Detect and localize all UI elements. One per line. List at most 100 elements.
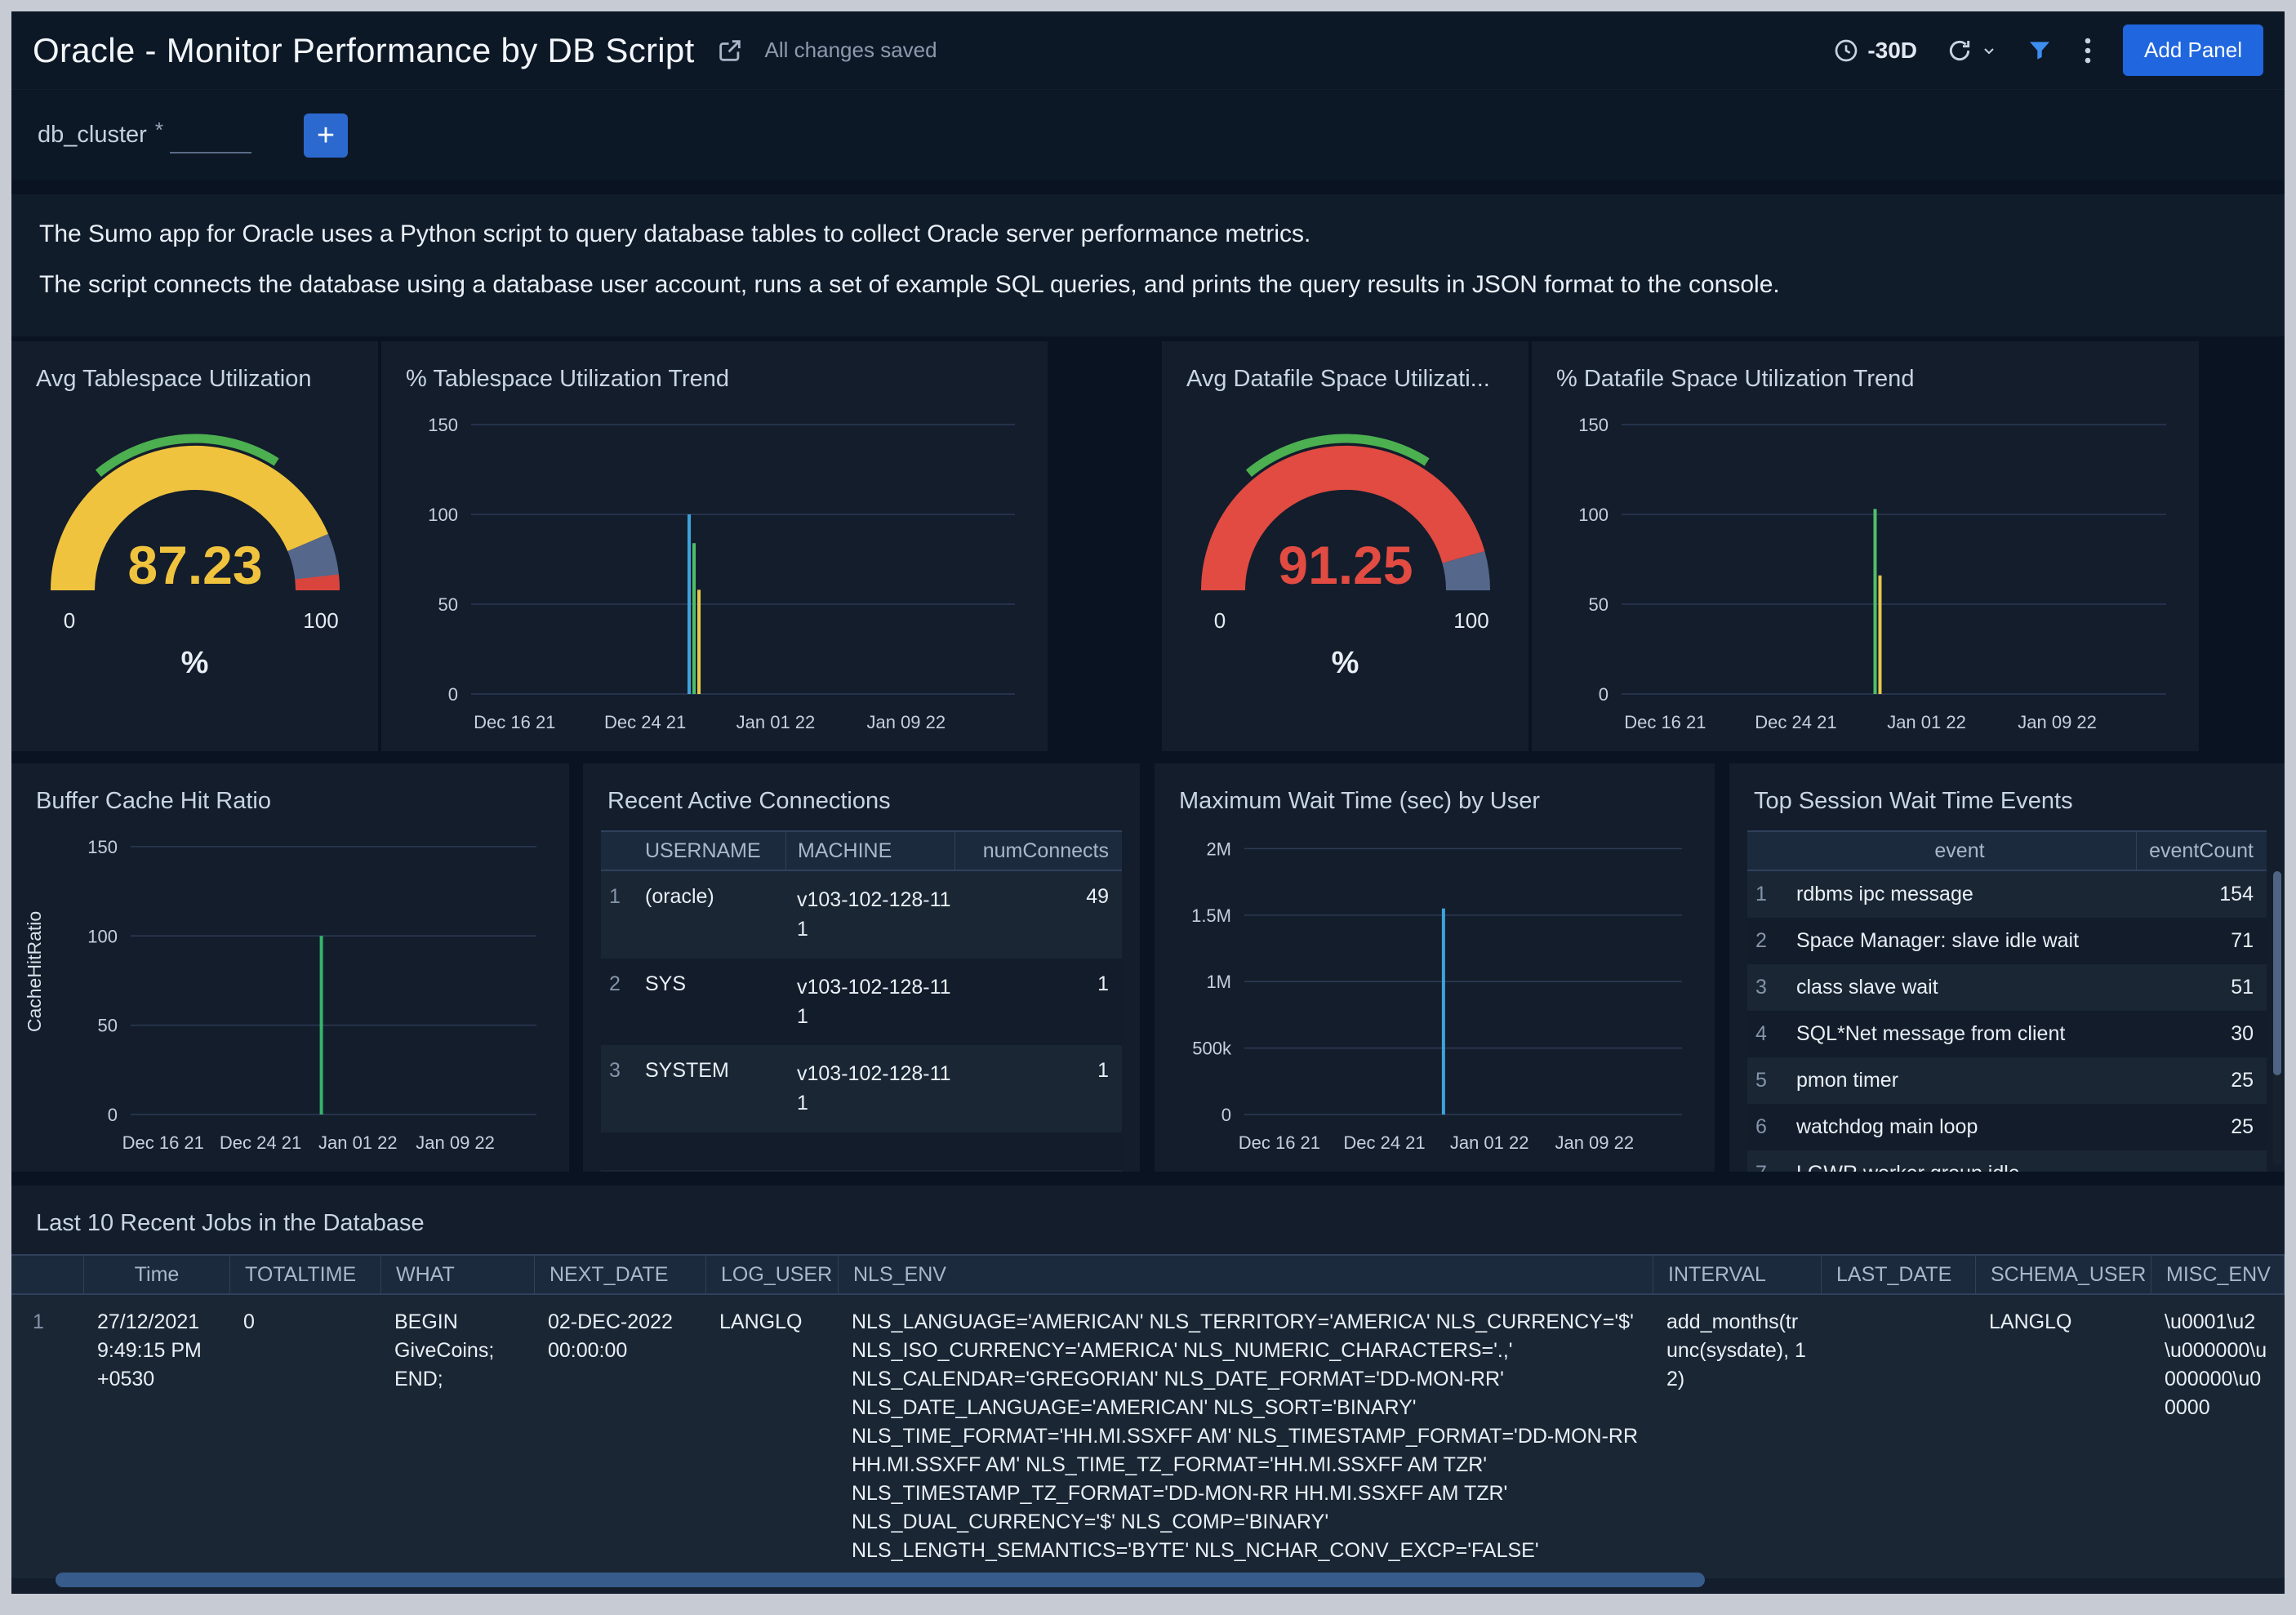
column-header-interval[interactable]: INTERVAL bbox=[1653, 1256, 1822, 1293]
table-header: USERNAME MACHINE numConnects bbox=[601, 830, 1122, 871]
column-header-numconnects[interactable]: numConnects bbox=[954, 832, 1122, 870]
svg-text:1.5M: 1.5M bbox=[1191, 905, 1231, 926]
row-index: 6 bbox=[1755, 1115, 1767, 1138]
table-row: 1 (oracle) v103-102-128-111 49 bbox=[601, 871, 1122, 959]
svg-text:Dec 16 21: Dec 16 21 bbox=[1239, 1132, 1320, 1153]
cell-machine: v103-102-128-111 bbox=[797, 888, 951, 941]
panel-title: Top Session Wait Time Events bbox=[1754, 788, 2073, 814]
column-header-log_user[interactable]: LOG_USER bbox=[706, 1256, 839, 1293]
time-range-selector[interactable]: -30D bbox=[1833, 38, 1917, 64]
svg-text:Dec 24 21: Dec 24 21 bbox=[1343, 1132, 1425, 1153]
column-header-what[interactable]: WHAT bbox=[381, 1256, 535, 1293]
svg-text:Dec 24 21: Dec 24 21 bbox=[220, 1132, 301, 1153]
table-row: 3 SYSTEM v103-102-128-111 1 bbox=[601, 1045, 1122, 1132]
row-index: 1 bbox=[609, 885, 621, 908]
refresh-icon bbox=[1947, 38, 1973, 64]
table-row: 5 pmon timer 25 bbox=[1747, 1057, 2267, 1104]
svg-text:100: 100 bbox=[87, 926, 118, 946]
svg-text:Dec 16 21: Dec 16 21 bbox=[474, 712, 555, 732]
cell-username: (oracle) bbox=[645, 885, 714, 908]
table-row: 4 SQL*Net message from client 30 bbox=[1747, 1011, 2267, 1057]
datafile-utilization-gauge: 91.25 0 100 bbox=[1182, 422, 1509, 636]
panel-avg-datafile-space-utilization: Avg Datafile Space Utilizati... 91.25 0 10… bbox=[1162, 341, 1528, 751]
line-chart-svg: 0 50 100 150 Dec 16 21 Dec 24 21 Jan 01 22 Jan … bbox=[428, 415, 1015, 732]
column-header-index bbox=[601, 832, 637, 870]
column-header-nls_env[interactable]: NLS_ENV bbox=[839, 1256, 1653, 1293]
column-header-next_date[interactable]: NEXT_DATE bbox=[535, 1256, 706, 1293]
cell-eventcount: 25 bbox=[2231, 1069, 2254, 1092]
cell-eventcount: 51 bbox=[2231, 976, 2254, 999]
column-header-totaltime[interactable]: TOTALTIME bbox=[230, 1256, 381, 1293]
svg-text:CacheHitRatio: CacheHitRatio bbox=[24, 911, 45, 1032]
line-chart-svg: 0 500k 1M 1.5M 2M Dec 16 21 Dec 24 21 Jan 01 22… bbox=[1191, 839, 1682, 1153]
panel-title: % Tablespace Utilization Trend bbox=[406, 366, 730, 392]
column-header-username[interactable]: USERNAME bbox=[637, 832, 785, 870]
table-row: 2 SYS v103-102-128-111 1 bbox=[601, 958, 1122, 1045]
table-row: 2 Space Manager: slave idle wait 71 bbox=[1747, 918, 2267, 964]
add-panel-button[interactable]: Add Panel bbox=[2123, 24, 2263, 76]
row-index: 3 bbox=[609, 1059, 621, 1082]
cell-what: BEGIN GiveCoins; END; bbox=[394, 1310, 495, 1390]
kebab-menu-icon[interactable] bbox=[2082, 36, 2094, 65]
vertical-scrollbar[interactable] bbox=[2273, 871, 2281, 1165]
cell-eventcount: 71 bbox=[2231, 929, 2254, 952]
panel-tablespace-utilization-trend: % Tablespace Utilization Trend 0 50 100 150… bbox=[381, 341, 1048, 751]
filter-required-mark: * bbox=[154, 118, 163, 142]
gauge-svg: 87.23 0 100 bbox=[50, 434, 340, 633]
column-header-schema_user[interactable]: SCHEMA_USER bbox=[1976, 1256, 2151, 1293]
column-header-machine[interactable]: MACHINE bbox=[785, 832, 954, 870]
gauge-unit-label: % bbox=[180, 646, 209, 680]
svg-text:100: 100 bbox=[428, 505, 458, 525]
svg-text:Jan 09 22: Jan 09 22 bbox=[1555, 1132, 1634, 1153]
autosave-status: All changes saved bbox=[764, 38, 937, 62]
column-header-last_date[interactable]: LAST_DATE bbox=[1822, 1256, 1976, 1293]
svg-text:150: 150 bbox=[1578, 415, 1609, 435]
panel-top-session-wait-time-events: Top Session Wait Time Events event event… bbox=[1729, 763, 2285, 1172]
max-wait-chart: 0 500k 1M 1.5M 2M Dec 16 21 Dec 24 21 Jan 01 22… bbox=[1159, 816, 1710, 1167]
column-header-misc_env[interactable]: MISC_ENV bbox=[2151, 1256, 2285, 1293]
panel-title: Maximum Wait Time (sec) by User bbox=[1179, 788, 1541, 814]
panel-recent-active-connections: Recent Active Connections USERNAME MACHI… bbox=[583, 763, 1140, 1172]
column-header-index bbox=[1747, 832, 1783, 870]
row-index: 5 bbox=[1755, 1069, 1767, 1092]
svg-text:0: 0 bbox=[63, 608, 74, 633]
gauge-svg: 91.25 0 100 bbox=[1200, 434, 1490, 633]
cell-misc_env: \u0001\u2\u000000\u000000\u00000 bbox=[2165, 1310, 2267, 1419]
column-header-time[interactable]: Time bbox=[84, 1256, 230, 1293]
refresh-button[interactable] bbox=[1947, 38, 1997, 64]
svg-text:Jan 09 22: Jan 09 22 bbox=[416, 1132, 495, 1153]
connections-table: USERNAME MACHINE numConnects 1 (oracle) v1… bbox=[601, 830, 1122, 1172]
svg-text:100: 100 bbox=[1578, 505, 1609, 525]
column-header-index bbox=[11, 1256, 84, 1293]
column-header-event[interactable]: event bbox=[1783, 832, 2136, 870]
share-icon[interactable] bbox=[716, 37, 744, 65]
svg-text:91.25: 91.25 bbox=[1278, 535, 1413, 595]
cell-eventcount: 30 bbox=[2231, 1022, 2254, 1045]
svg-text:50: 50 bbox=[98, 1016, 118, 1036]
cell-nls_env: NLS_LANGUAGE='AMERICAN' NLS_TERRITORY='A… bbox=[852, 1310, 1639, 1562]
page-title: Oracle - Monitor Performance by DB Scrip… bbox=[33, 30, 695, 69]
svg-text:0: 0 bbox=[448, 684, 458, 705]
svg-text:Dec 16 21: Dec 16 21 bbox=[122, 1132, 204, 1153]
db-cluster-filter-input[interactable] bbox=[169, 117, 251, 153]
table-row: 7LGWR worker group idle bbox=[1747, 1150, 2267, 1172]
panel-maximum-wait-time-by-user: Maximum Wait Time (sec) by User 0 500k 1M 1… bbox=[1155, 763, 1715, 1172]
cell-eventcount: 154 bbox=[2219, 883, 2254, 905]
tablespace-utilization-gauge: 87.23 0 100 bbox=[32, 422, 358, 636]
scrollbar-thumb[interactable] bbox=[2273, 871, 2281, 1075]
svg-text:Jan 09 22: Jan 09 22 bbox=[2018, 712, 2097, 732]
svg-text:0: 0 bbox=[108, 1105, 118, 1125]
svg-text:Jan 01 22: Jan 01 22 bbox=[1887, 712, 1966, 732]
filter-icon[interactable] bbox=[2027, 38, 2053, 64]
scrollbar-thumb[interactable] bbox=[56, 1573, 1705, 1587]
line-chart-svg: 0 50 100 150 Dec 16 21 Dec 24 21 Jan 01 22 Jan … bbox=[24, 837, 536, 1153]
add-filter-button[interactable]: + bbox=[303, 113, 348, 158]
column-header-eventcount[interactable]: eventCount bbox=[2136, 832, 2267, 870]
description-panel: The Sumo app for Oracle uses a Python sc… bbox=[11, 194, 2285, 336]
horizontal-scrollbar[interactable] bbox=[11, 1573, 2285, 1587]
panel-datafile-utilization-trend: % Datafile Space Utilization Trend 0 50 10… bbox=[1532, 341, 2199, 751]
row-index: 3 bbox=[1755, 976, 1767, 999]
line-chart-svg: 0 50 100 150 Dec 16 21 Dec 24 21 Jan 01 22 Jan … bbox=[1578, 415, 2166, 732]
svg-text:87.23: 87.23 bbox=[127, 535, 262, 595]
panel-title: Recent Active Connections bbox=[607, 788, 891, 814]
